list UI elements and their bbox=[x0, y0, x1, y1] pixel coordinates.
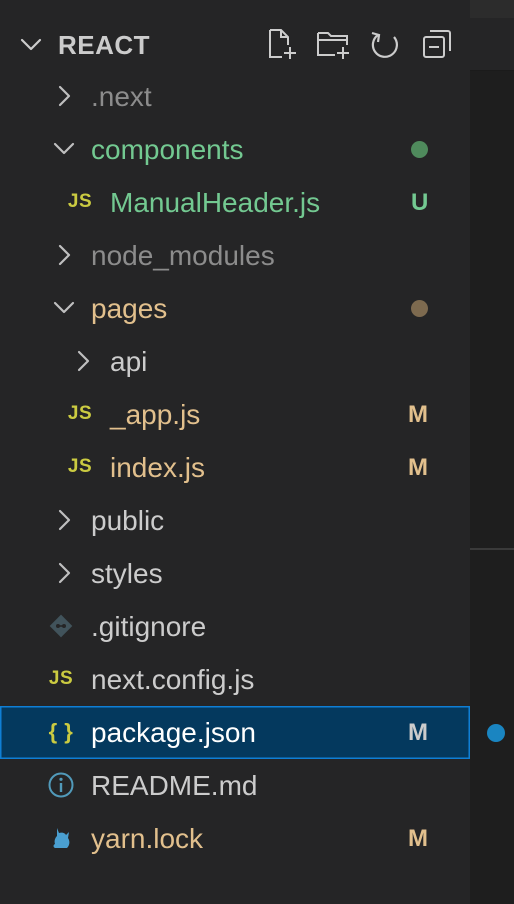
javascript-file-icon: JS bbox=[65, 400, 95, 428]
tree-item-app-js[interactable]: JS _app.js M bbox=[0, 388, 470, 441]
git-status-badge: M bbox=[408, 825, 428, 852]
json-icon-label: { } bbox=[48, 719, 74, 744]
unsaved-changes-dot bbox=[487, 724, 505, 742]
explorer-sidebar: REACT .next components JS ManualHeader.j… bbox=[0, 0, 470, 904]
tree-item-next[interactable]: .next bbox=[0, 70, 470, 123]
tree-item-gitignore[interactable]: .gitignore bbox=[0, 600, 470, 653]
tree-item-label: index.js bbox=[110, 452, 205, 483]
javascript-file-icon: JS bbox=[65, 188, 95, 216]
tree-item-index-js[interactable]: JS index.js M bbox=[0, 441, 470, 494]
tree-item-manualheader-js[interactable]: JS ManualHeader.js U bbox=[0, 176, 470, 229]
tree-item-label: package.json bbox=[91, 717, 257, 748]
tree-item-readme-md[interactable]: README.md bbox=[0, 759, 470, 812]
git-status-badge: M bbox=[408, 719, 428, 746]
new-file-button[interactable] bbox=[262, 26, 300, 62]
chevron-right-icon[interactable] bbox=[50, 506, 78, 534]
git-status-badge: M bbox=[408, 454, 428, 481]
tree-item-label: _app.js bbox=[110, 399, 201, 430]
tree-item-label: .gitignore bbox=[91, 611, 207, 642]
json-file-icon: { } bbox=[46, 718, 76, 746]
javascript-file-icon: JS bbox=[46, 665, 76, 693]
new-folder-button[interactable] bbox=[314, 26, 352, 62]
tree-item-components[interactable]: components bbox=[0, 123, 470, 176]
tree-item-label: styles bbox=[91, 558, 163, 589]
git-status-badge: M bbox=[408, 401, 428, 428]
chevron-right-icon[interactable] bbox=[50, 241, 78, 269]
collapse-all-button[interactable] bbox=[418, 26, 456, 62]
js-icon-label: JS bbox=[48, 668, 74, 689]
chevron-down-icon[interactable] bbox=[50, 135, 78, 163]
tree-item-package-json[interactable]: { } package.json M bbox=[0, 706, 470, 759]
yarn-cat-icon bbox=[46, 824, 76, 852]
tree-item-label: public bbox=[91, 505, 165, 536]
chevron-right-icon[interactable] bbox=[69, 347, 97, 375]
refresh-button[interactable] bbox=[366, 26, 404, 62]
tree-item-styles[interactable]: styles bbox=[0, 547, 470, 600]
editor-area bbox=[470, 0, 514, 904]
javascript-file-icon: JS bbox=[65, 453, 95, 481]
chevron-down-icon[interactable] bbox=[16, 30, 46, 60]
tree-item-label: ManualHeader.js bbox=[110, 187, 321, 218]
chevron-right-icon[interactable] bbox=[50, 559, 78, 587]
tree-item-next-config-js[interactable]: JS next.config.js bbox=[0, 653, 470, 706]
title-bar-edge bbox=[470, 0, 514, 18]
collapse-all-icon bbox=[423, 30, 451, 58]
tree-item-label: next.config.js bbox=[91, 664, 255, 695]
editor-tab-bar bbox=[470, 18, 514, 71]
tree-item-public[interactable]: public bbox=[0, 494, 470, 547]
git-status-dot bbox=[411, 141, 428, 158]
tree-item-label: node_modules bbox=[91, 240, 275, 271]
tree-item-label: api bbox=[110, 346, 148, 377]
new-file-icon bbox=[269, 29, 296, 59]
js-icon-label: JS bbox=[67, 456, 93, 477]
new-folder-icon bbox=[317, 32, 349, 59]
workspace-title: REACT bbox=[58, 30, 151, 60]
git-status-badge: U bbox=[411, 189, 429, 216]
info-icon bbox=[46, 771, 76, 799]
git-icon bbox=[46, 612, 76, 640]
tree-item-label: yarn.lock bbox=[91, 823, 204, 854]
js-icon-label: JS bbox=[67, 403, 93, 424]
chevron-down-icon[interactable] bbox=[50, 294, 78, 322]
vscode-window: REACT .next components JS ManualHeader.j… bbox=[0, 0, 514, 904]
tree-item-label: README.md bbox=[91, 770, 258, 801]
tree-item-node-modules[interactable]: node_modules bbox=[0, 229, 470, 282]
refresh-icon bbox=[371, 31, 398, 58]
explorer-actions bbox=[262, 26, 456, 62]
tree-item-pages[interactable]: pages bbox=[0, 282, 470, 335]
tree-item-api[interactable]: api bbox=[0, 335, 470, 388]
tree-item-yarn-lock[interactable]: yarn.lock M bbox=[0, 812, 470, 865]
tree-item-label: components bbox=[91, 134, 244, 165]
tree-item-label: pages bbox=[91, 293, 168, 324]
js-icon-label: JS bbox=[67, 191, 93, 212]
chevron-right-icon[interactable] bbox=[50, 82, 78, 110]
editor-divider bbox=[470, 548, 514, 550]
tree-item-label: .next bbox=[91, 81, 152, 112]
git-status-dot bbox=[411, 300, 428, 317]
explorer-section-header[interactable]: REACT bbox=[0, 18, 470, 70]
